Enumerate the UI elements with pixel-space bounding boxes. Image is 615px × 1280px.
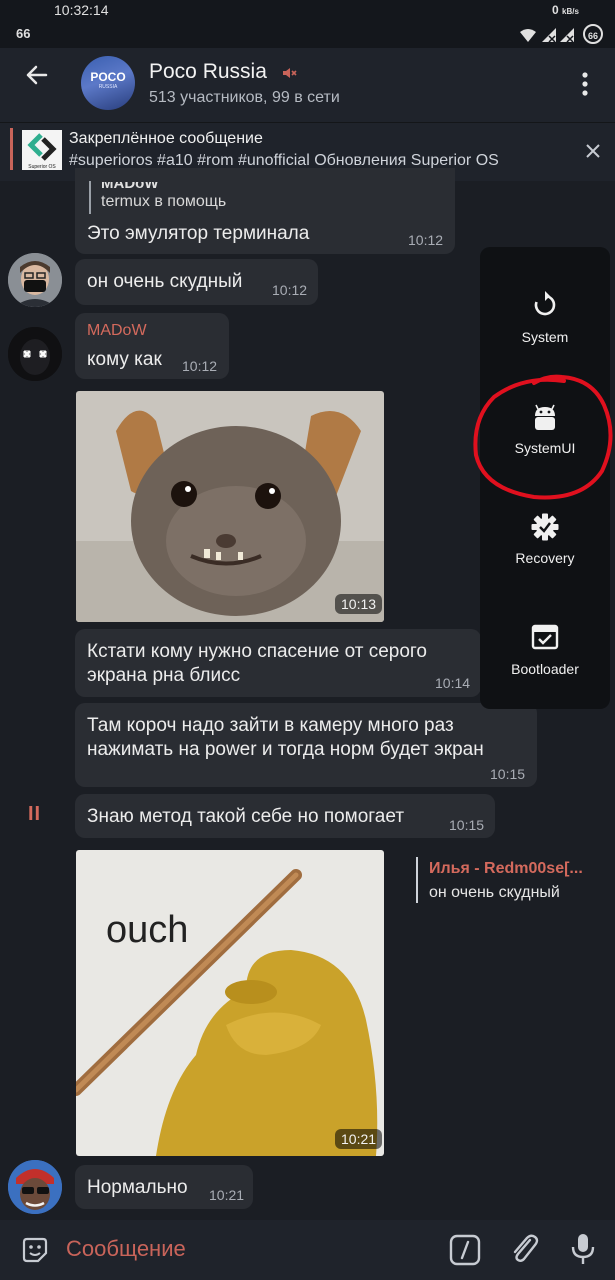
status-time: 10:32:14 [54,2,109,18]
power-menu-recovery[interactable]: Recovery [480,550,610,566]
recovery-gear-icon [531,513,559,541]
more-vert-icon[interactable] [575,70,595,98]
user-avatar[interactable] [8,1160,62,1214]
photo-message[interactable]: ouch [76,850,384,1156]
pinned-thumb-caption: Superior OS [28,164,56,170]
user-avatar[interactable] [8,253,62,307]
pinned-thumbnail: Superior OS [22,130,62,170]
message-time: 10:14 [435,675,471,691]
reply-author: MADoW [101,182,159,192]
network-speed-value: 0 [552,3,559,17]
reply-text: он очень скудный [429,884,560,901]
photo-time: 10:13 [335,594,383,614]
message-time: 10:15 [490,766,526,782]
reply-author[interactable]: Илья - Redm00se[... [429,860,583,878]
ouch-caption: ouch [106,909,188,951]
photo-message[interactable] [76,391,384,622]
bootloader-icon [531,624,559,650]
pinned-accent-bar [10,128,13,170]
reply-author-clip: MADoW [101,182,301,192]
message-text-line1: Там короч надо зайти в камеру много раз [87,715,454,736]
microphone-icon[interactable] [568,1232,598,1266]
message-time: 10:12 [408,232,444,248]
reply-quote-bar [416,857,418,903]
message-time: 10:12 [182,358,218,374]
battery-icon: 66 [583,24,603,44]
voice-pause-marker[interactable]: II [28,803,41,826]
message-time: 10:21 [209,1187,245,1203]
message-input[interactable]: Сообщение [66,1236,186,1262]
message-text: Это эмулятор терминала [87,223,310,244]
muted-icon [283,68,297,78]
message-text-line2: нажимать на power и тогда норм будет экр… [87,739,484,760]
message-text: кому как [87,349,162,370]
message-author[interactable]: MADoW [87,322,147,340]
message-time: 10:12 [272,282,308,298]
power-menu-system[interactable]: System [480,329,610,345]
photo-time: 10:21 [335,1129,383,1149]
signal-icons [520,28,574,43]
emoji-sticker-icon[interactable] [20,1235,50,1265]
message-text: Знаю метод такой себе но помогает [87,806,405,827]
group-members-status: 513 участников, 99 в сети [149,89,340,106]
reply-quote-bar [89,181,91,214]
group-avatar-line2: RUSSIA [98,84,118,90]
wifi-icon [520,29,536,42]
annotation-red-circle [473,374,613,500]
close-icon[interactable] [583,141,603,161]
bat-photo [76,391,384,622]
message-time: 10:15 [449,817,485,833]
message-text: Нормально [87,1177,188,1198]
superior-logo-icon: Superior OS [27,133,57,170]
ouch-meme-photo: ouch [76,850,384,1156]
bot-commands-icon[interactable] [449,1234,481,1266]
status-notification-count: 66 [16,26,31,41]
user-avatar[interactable] [8,327,62,381]
reply-text: termux в помощь [101,193,227,210]
group-avatar[interactable]: POCO RUSSIA [81,56,135,110]
group-title[interactable]: Poco Russia [149,60,267,84]
attach-paperclip-icon[interactable] [508,1232,540,1266]
back-arrow-icon[interactable] [20,58,54,92]
group-avatar-line1: POCO [90,70,126,84]
message-text: он очень скудный [87,271,243,292]
message-text-line1: Кстати кому нужно спасение от серого [87,641,427,662]
network-speed-unit: kB/s [562,7,579,16]
network-speed: 0 kB/s [552,3,579,17]
message-text-line2: экрана рна блисс [87,665,241,686]
power-menu-bootloader[interactable]: Bootloader [480,661,610,677]
restart-icon [534,291,556,316]
pinned-title: Закреплённое сообщение [69,130,263,147]
